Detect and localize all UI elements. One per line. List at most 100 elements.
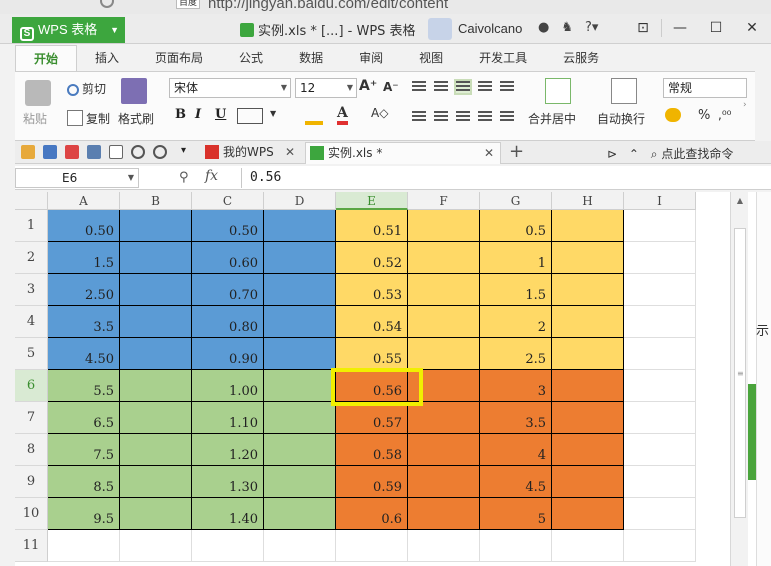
cell-g3[interactable]: 1.5	[480, 274, 552, 306]
tab-page-layout[interactable]: 页面布局	[137, 45, 221, 71]
font-color-icon[interactable]: A	[337, 105, 348, 125]
select-all-corner[interactable]	[15, 192, 48, 210]
chevron-right-icon[interactable]: ›	[743, 100, 747, 110]
cell-i3[interactable]	[624, 274, 696, 306]
cell-b8[interactable]	[120, 434, 192, 466]
cell-d5[interactable]	[264, 338, 336, 370]
redo-icon[interactable]	[153, 145, 167, 159]
cell-f8[interactable]	[408, 434, 480, 466]
cell-c3[interactable]: 0.70	[192, 274, 264, 306]
cell-h8[interactable]	[552, 434, 624, 466]
cell-c11[interactable]	[192, 530, 264, 562]
cell-f4[interactable]	[408, 306, 480, 338]
cell-a5[interactable]: 4.50	[48, 338, 120, 370]
row-header-10[interactable]: 10	[15, 498, 48, 530]
cell-f11[interactable]	[408, 530, 480, 562]
column-header-f[interactable]: F	[408, 192, 480, 210]
save-icon[interactable]	[43, 145, 57, 159]
cell-b10[interactable]	[120, 498, 192, 530]
column-header-d[interactable]: D	[264, 192, 336, 210]
customize-icon[interactable]: ▾	[181, 145, 195, 159]
cell-f2[interactable]	[408, 242, 480, 274]
cell-i2[interactable]	[624, 242, 696, 274]
tab-review[interactable]: 审阅	[341, 45, 401, 71]
cell-h6[interactable]	[552, 370, 624, 402]
cell-e10[interactable]: 0.6	[336, 498, 408, 530]
cell-d7[interactable]	[264, 402, 336, 434]
fx-icon[interactable]: fx	[205, 168, 218, 184]
sidebar-toggle-icon[interactable]: ⊳	[607, 147, 617, 161]
merge-center-button[interactable]: 合并居中	[528, 110, 576, 127]
row-header-2[interactable]: 2	[15, 242, 48, 274]
cell-c8[interactable]: 1.20	[192, 434, 264, 466]
cell-b4[interactable]	[120, 306, 192, 338]
border-icon[interactable]	[237, 108, 263, 124]
cell-g10[interactable]: 5	[480, 498, 552, 530]
cell-g11[interactable]	[480, 530, 552, 562]
cell-c1[interactable]: 0.50	[192, 210, 264, 242]
currency-icon[interactable]	[665, 108, 681, 122]
cell-d6[interactable]	[264, 370, 336, 402]
column-header-h[interactable]: H	[552, 192, 624, 210]
row-header-7[interactable]: 7	[15, 402, 48, 434]
browser-url[interactable]: http://jingyan.baidu.com/edit/content	[208, 0, 448, 12]
cell-b1[interactable]	[120, 210, 192, 242]
row-header-4[interactable]: 4	[15, 306, 48, 338]
cell-c6[interactable]: 1.00	[192, 370, 264, 402]
zoom-icon[interactable]: ⚲	[179, 170, 189, 185]
cell-c7[interactable]: 1.10	[192, 402, 264, 434]
cell-a7[interactable]: 6.5	[48, 402, 120, 434]
indent-icon[interactable]	[500, 81, 514, 93]
cell-a11[interactable]	[48, 530, 120, 562]
cell-i8[interactable]	[624, 434, 696, 466]
clear-format-icon[interactable]: A◇	[371, 106, 388, 120]
row-header-3[interactable]: 3	[15, 274, 48, 306]
cell-f5[interactable]	[408, 338, 480, 370]
fill-color-icon[interactable]	[305, 107, 323, 125]
tab-data[interactable]: 数据	[281, 45, 341, 71]
format-painter-icon[interactable]	[121, 78, 147, 104]
cell-b7[interactable]	[120, 402, 192, 434]
align-left-icon[interactable]	[412, 111, 426, 123]
cell-f1[interactable]	[408, 210, 480, 242]
command-search[interactable]: ⊳ ⌃ ⌕ 点此查找命令	[607, 145, 733, 162]
cell-b3[interactable]	[120, 274, 192, 306]
minimize-button[interactable]: —	[662, 16, 698, 40]
number-format-select[interactable]: 常规	[663, 78, 747, 98]
cell-a3[interactable]: 2.50	[48, 274, 120, 306]
align-bottom-icon[interactable]	[454, 79, 472, 95]
chevron-down-icon[interactable]: ▼	[270, 109, 278, 118]
percent-button[interactable]: %	[698, 108, 710, 123]
align-right-icon[interactable]	[456, 111, 470, 123]
cell-c2[interactable]: 0.60	[192, 242, 264, 274]
cell-a6[interactable]: 5.5	[48, 370, 120, 402]
cell-h11[interactable]	[552, 530, 624, 562]
cell-b9[interactable]	[120, 466, 192, 498]
export-pdf-icon[interactable]	[65, 145, 79, 159]
cell-a9[interactable]: 8.5	[48, 466, 120, 498]
cell-f7[interactable]	[408, 402, 480, 434]
cell-a10[interactable]: 9.5	[48, 498, 120, 530]
cell-b2[interactable]	[120, 242, 192, 274]
cell-f3[interactable]	[408, 274, 480, 306]
tab-home[interactable]: 开始	[15, 45, 78, 71]
row-header-8[interactable]: 8	[15, 434, 48, 466]
cell-i5[interactable]	[624, 338, 696, 370]
cell-e5[interactable]: 0.55	[336, 338, 408, 370]
doc-tab-example-xls[interactable]: 实例.xls * ✕	[305, 142, 501, 164]
cell-g6[interactable]: 3	[480, 370, 552, 402]
cell-i10[interactable]	[624, 498, 696, 530]
cell-e4[interactable]: 0.54	[336, 306, 408, 338]
merge-center-icon[interactable]	[545, 78, 571, 104]
pin-icon[interactable]: ⊡	[625, 16, 661, 40]
cell-g7[interactable]: 3.5	[480, 402, 552, 434]
cell-i6[interactable]	[624, 370, 696, 402]
vertical-scrollbar[interactable]: ▲ ≡	[730, 192, 748, 566]
cell-d8[interactable]	[264, 434, 336, 466]
cell-g4[interactable]: 2	[480, 306, 552, 338]
cell-h2[interactable]	[552, 242, 624, 274]
cell-i1[interactable]	[624, 210, 696, 242]
cell-b5[interactable]	[120, 338, 192, 370]
cell-d11[interactable]	[264, 530, 336, 562]
justify-icon[interactable]	[478, 111, 492, 123]
